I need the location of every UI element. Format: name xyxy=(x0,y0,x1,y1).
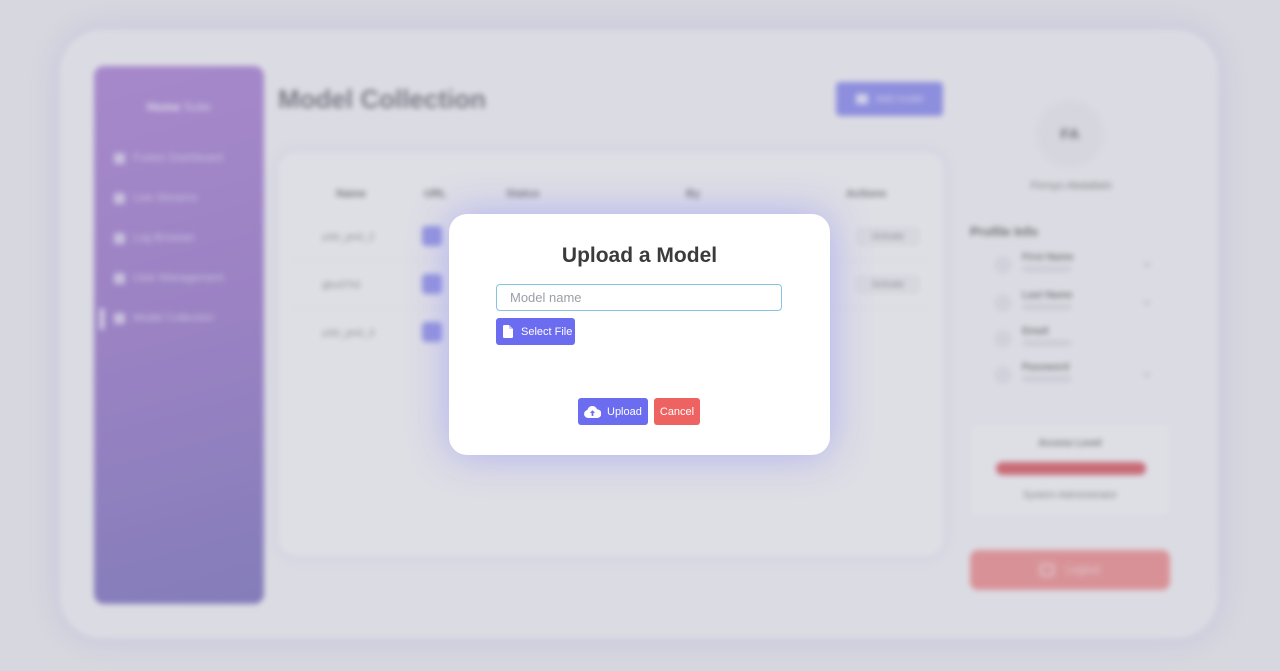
upload-button[interactable]: Upload xyxy=(578,398,648,425)
cancel-label: Cancel xyxy=(659,405,695,418)
select-file-button[interactable]: Select File xyxy=(496,318,575,345)
model-name-input[interactable] xyxy=(496,284,782,311)
file-icon xyxy=(503,325,513,338)
cancel-button[interactable]: Cancel xyxy=(654,398,700,425)
upload-model-dialog: Upload a Model Select File Upload Cancel xyxy=(449,214,830,455)
cloud-upload-icon xyxy=(584,405,601,418)
dialog-title: Upload a Model xyxy=(561,244,718,267)
select-file-label: Select File xyxy=(521,325,573,338)
upload-label: Upload xyxy=(607,405,642,418)
